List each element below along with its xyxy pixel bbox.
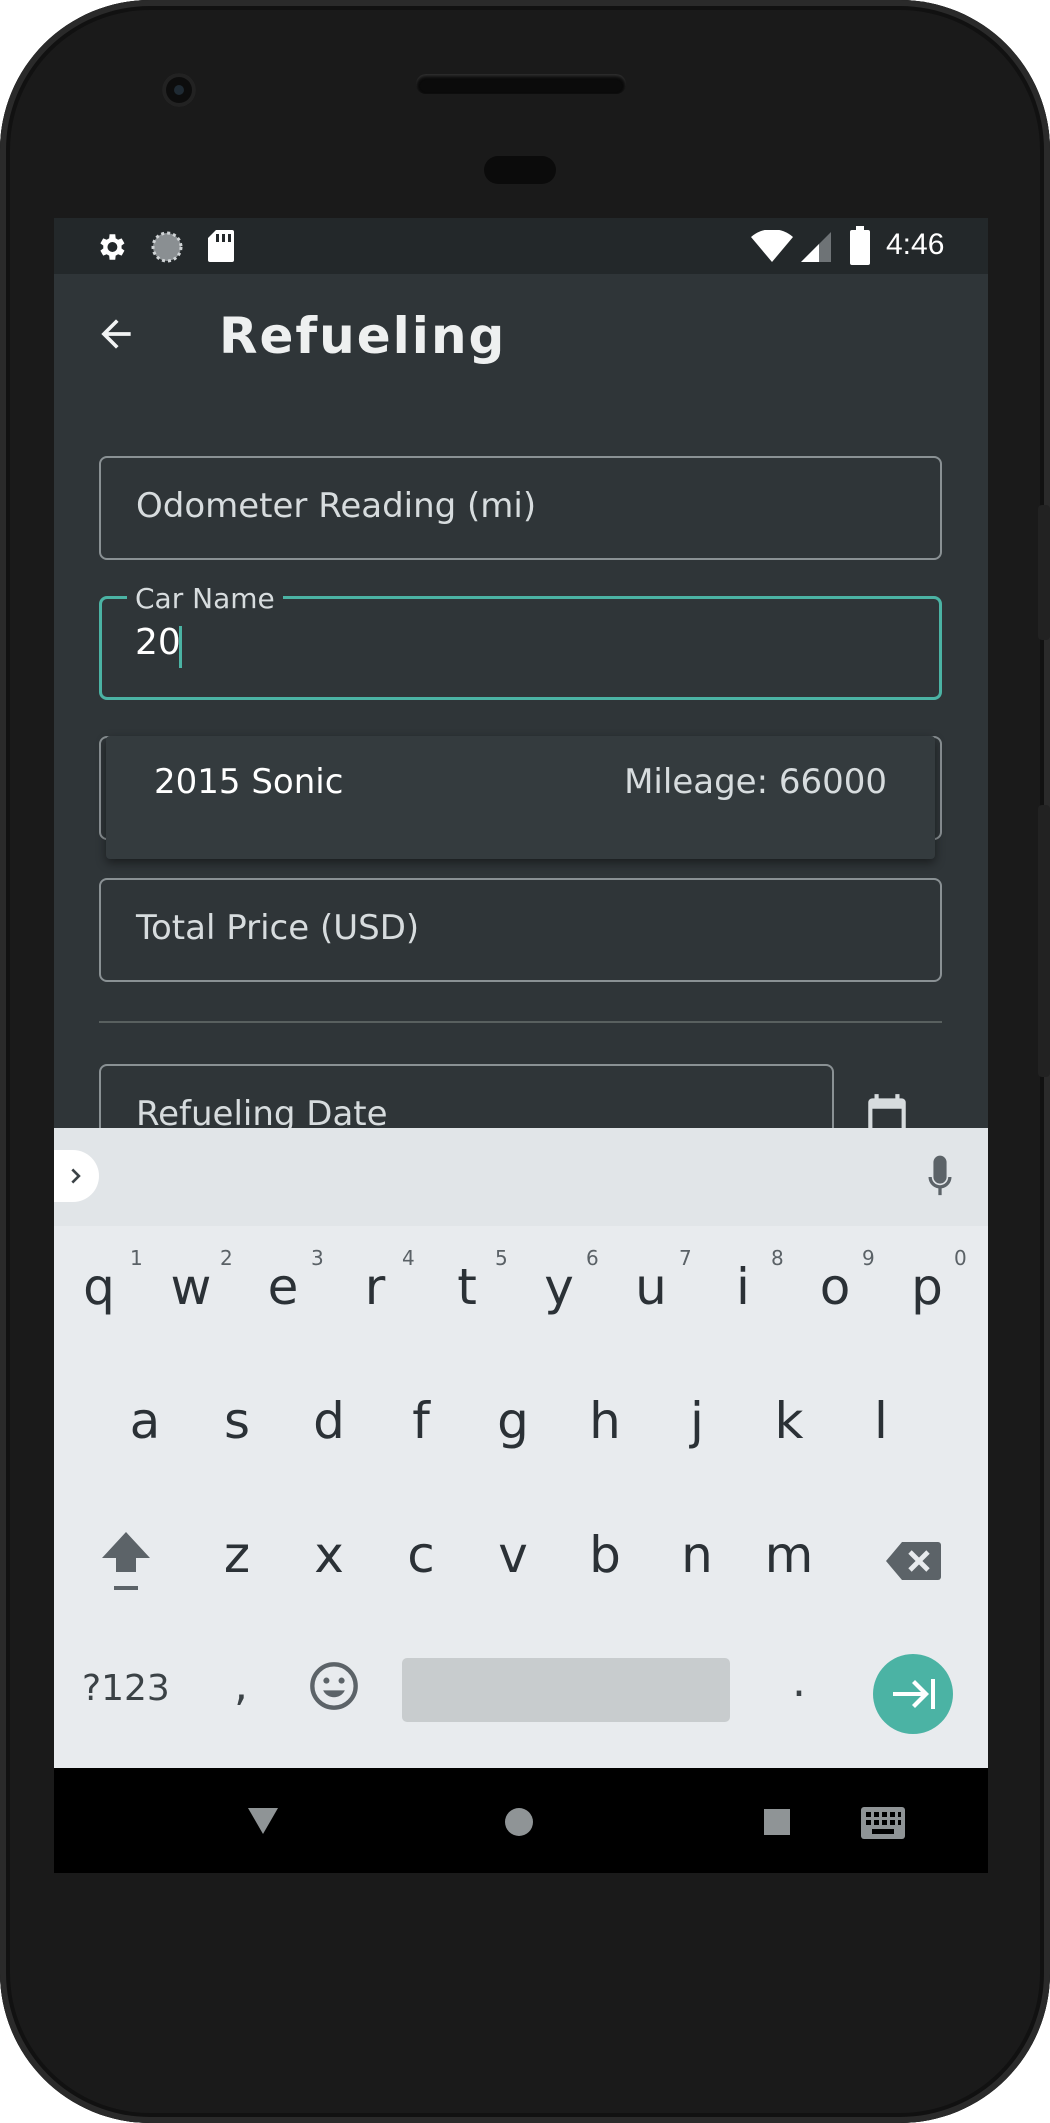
car-name-label: Car Name xyxy=(127,582,283,615)
symbols-key[interactable]: ?123 xyxy=(82,1668,170,1709)
signal-icon xyxy=(801,232,831,262)
recents-square-icon[interactable] xyxy=(763,1808,791,1836)
key-j[interactable]: j xyxy=(652,1392,742,1450)
chevron-right-icon xyxy=(71,1168,81,1184)
key-v[interactable]: v xyxy=(468,1526,558,1584)
key-q-hint: 1 xyxy=(130,1246,143,1270)
section-divider xyxy=(99,1021,942,1023)
key-l[interactable]: l xyxy=(836,1392,926,1450)
keyboard-switch-icon[interactable] xyxy=(860,1806,906,1840)
next-field-icon xyxy=(893,1679,935,1709)
soft-keyboard: q 1 w 2 e 3 r 4 t 5 y 6 u 7 i 8 o 9 p 0 … xyxy=(54,1128,988,1768)
navigation-bar xyxy=(54,1768,988,1873)
status-time: 4:46 xyxy=(886,228,945,261)
proximity-sensor xyxy=(484,156,556,184)
key-k[interactable]: k xyxy=(744,1392,834,1450)
page-title: Refueling xyxy=(219,307,507,365)
suggestion-item[interactable]: 2015 Sonic Mileage: 66000 xyxy=(106,736,935,859)
status-bar: 4:46 xyxy=(54,218,988,274)
total-price-placeholder: Total Price (USD) xyxy=(136,908,420,948)
key-z[interactable]: z xyxy=(192,1526,282,1584)
key-p-hint: 0 xyxy=(954,1246,967,1270)
expand-suggestions-button[interactable] xyxy=(54,1150,99,1202)
key-n[interactable]: n xyxy=(652,1526,742,1584)
key-m[interactable]: m xyxy=(744,1526,834,1584)
key-s[interactable]: s xyxy=(192,1392,282,1450)
gear-icon xyxy=(100,234,125,260)
key-u-hint: 7 xyxy=(679,1246,692,1270)
earpiece-speaker xyxy=(416,74,626,94)
shift-icon[interactable] xyxy=(98,1528,154,1594)
key-d[interactable]: d xyxy=(284,1392,374,1450)
key-g[interactable]: g xyxy=(468,1392,558,1450)
suggestion-car-name: 2015 Sonic xyxy=(154,762,344,802)
front-camera xyxy=(162,73,196,107)
spacebar[interactable] xyxy=(402,1658,730,1722)
app-bar: Refueling xyxy=(54,274,988,394)
text-cursor xyxy=(179,626,182,668)
key-t-hint: 5 xyxy=(495,1246,508,1270)
period-key[interactable]: . xyxy=(792,1656,806,1707)
power-button xyxy=(1038,505,1050,640)
key-b[interactable]: b xyxy=(560,1526,650,1584)
car-suggestion-dropdown: 2015 Sonic Mileage: 66000 xyxy=(106,736,935,859)
volume-button xyxy=(1038,805,1050,1077)
key-y-hint: 6 xyxy=(586,1246,599,1270)
odometer-field[interactable]: Odometer Reading (mi) xyxy=(99,456,942,560)
key-w-hint: 2 xyxy=(220,1246,233,1270)
suggestion-strip xyxy=(54,1128,988,1226)
sd-card-icon xyxy=(208,230,234,262)
suggestion-mileage: Mileage: 66000 xyxy=(624,762,887,802)
loading-icon xyxy=(151,231,183,263)
total-price-field[interactable]: Total Price (USD) xyxy=(99,878,942,982)
key-e-hint: 3 xyxy=(311,1246,324,1270)
back-triangle-icon[interactable] xyxy=(246,1806,280,1836)
odometer-placeholder: Odometer Reading (mi) xyxy=(136,486,537,526)
comma-key[interactable]: , xyxy=(234,1660,248,1711)
enter-button[interactable] xyxy=(873,1654,953,1734)
microphone-icon[interactable] xyxy=(920,1154,960,1200)
wifi-icon xyxy=(751,230,793,262)
key-o-hint: 9 xyxy=(862,1246,875,1270)
car-name-input[interactable]: 20 xyxy=(135,622,181,663)
key-h[interactable]: h xyxy=(560,1392,650,1450)
key-c[interactable]: c xyxy=(376,1526,466,1584)
battery-icon xyxy=(850,226,870,265)
key-f[interactable]: f xyxy=(376,1392,466,1450)
key-a[interactable]: a xyxy=(100,1392,190,1450)
home-circle-icon[interactable] xyxy=(503,1806,535,1838)
backspace-icon[interactable] xyxy=(884,1540,942,1582)
key-x[interactable]: x xyxy=(284,1526,374,1584)
emoji-icon[interactable] xyxy=(308,1660,360,1712)
key-r-hint: 4 xyxy=(402,1246,415,1270)
arrow-left-icon[interactable] xyxy=(94,312,138,356)
key-i-hint: 8 xyxy=(771,1246,784,1270)
screen: 4:46 Refueling Odometer Reading (mi) Car… xyxy=(54,218,988,1768)
